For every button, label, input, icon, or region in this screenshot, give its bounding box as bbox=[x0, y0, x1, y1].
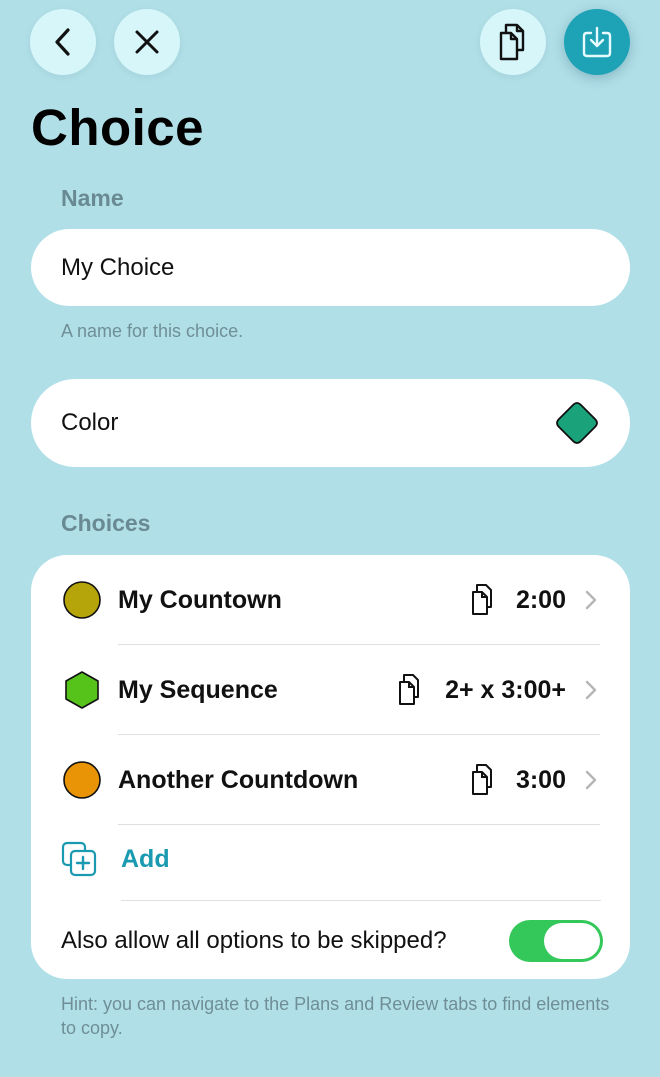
copy-documents-icon bbox=[472, 764, 492, 795]
skip-option-row: Also allow all options to be skipped? bbox=[31, 900, 630, 980]
choice-row-my-countown[interactable]: My Countown 2:00 bbox=[31, 555, 630, 645]
download-tray-icon bbox=[582, 26, 612, 58]
choice-color-circle-icon bbox=[63, 761, 101, 799]
choices-list-card: My Countown 2:00 My Sequence 2+ x 3:00+ … bbox=[31, 555, 630, 979]
page-title: Choice bbox=[31, 99, 205, 156]
copy-documents-icon bbox=[399, 674, 419, 705]
choice-duration: 2:00 bbox=[515, 585, 566, 614]
chevron-right-icon bbox=[585, 770, 597, 790]
color-label: Color bbox=[61, 409, 119, 436]
choice-row-my-sequence[interactable]: My Sequence 2+ x 3:00+ bbox=[31, 645, 630, 735]
toggle-knob bbox=[544, 923, 600, 959]
skip-option-label: Also allow all options to be skipped? bbox=[61, 927, 447, 954]
choice-editor-screen: Choice Name My Choice A name for this ch… bbox=[0, 0, 660, 1077]
close-button[interactable] bbox=[114, 9, 180, 75]
color-swatch-diamond[interactable] bbox=[554, 400, 600, 446]
choice-name: My Sequence bbox=[118, 675, 278, 704]
close-icon bbox=[135, 30, 159, 54]
chevron-left-icon bbox=[55, 28, 70, 56]
choice-name: My Countown bbox=[118, 585, 282, 614]
copy-button[interactable] bbox=[480, 9, 546, 75]
add-copy-plus-icon bbox=[61, 841, 97, 877]
chevron-right-icon bbox=[585, 590, 597, 610]
choice-row-another-countdown[interactable]: Another Countdown 3:00 bbox=[31, 735, 630, 825]
save-download-button[interactable] bbox=[564, 9, 630, 75]
choice-name: Another Countdown bbox=[118, 765, 359, 794]
back-button[interactable] bbox=[30, 9, 96, 75]
copy-documents-icon bbox=[472, 584, 492, 615]
choice-duration: 3:00 bbox=[515, 765, 566, 794]
add-label: Add bbox=[121, 845, 170, 873]
color-row[interactable]: Color bbox=[31, 379, 630, 467]
skip-option-toggle[interactable] bbox=[509, 920, 603, 962]
name-input[interactable]: My Choice bbox=[31, 229, 630, 306]
add-choice-button[interactable]: Add bbox=[31, 818, 630, 898]
chevron-right-icon bbox=[585, 680, 597, 700]
name-section-label: Name bbox=[61, 185, 124, 211]
footer-hint: Hint: you can navigate to the Plans and … bbox=[61, 994, 610, 1038]
name-hint: A name for this choice. bbox=[61, 321, 244, 341]
choice-color-circle-icon bbox=[63, 581, 101, 619]
choice-duration: 2+ x 3:00+ bbox=[445, 675, 566, 704]
choice-color-hexagon-icon bbox=[65, 671, 99, 709]
choices-section-label: Choices bbox=[61, 510, 151, 536]
copy-documents-icon bbox=[499, 23, 525, 61]
